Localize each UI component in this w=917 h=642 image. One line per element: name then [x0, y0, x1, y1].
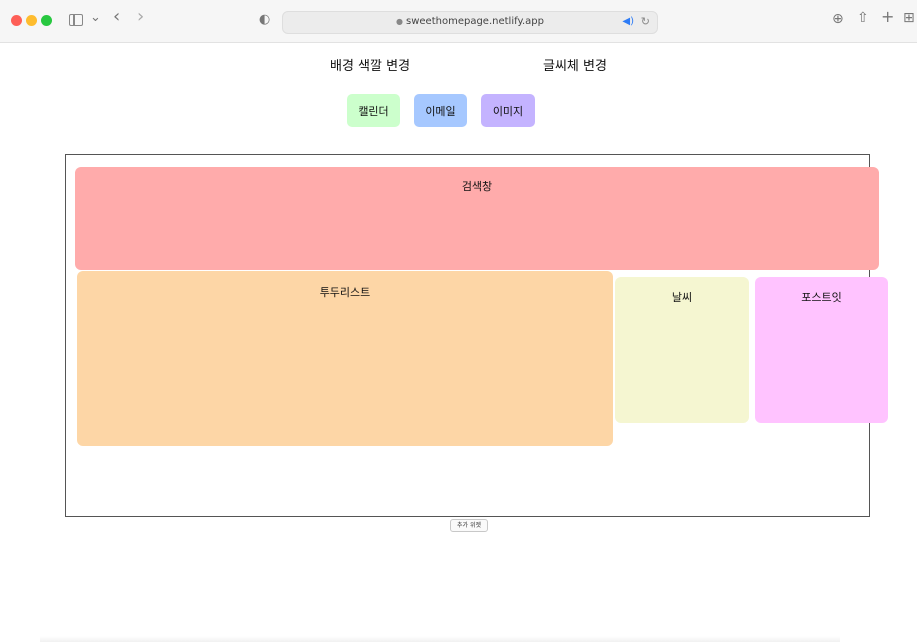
browser-toolbar: ⌄ ‹ › ◐ ● sweethomepage.netlify.app ◀) ↻ …: [0, 0, 917, 43]
search-widget-label: 검색창: [461, 180, 493, 193]
email-button[interactable]: 이메일: [414, 94, 467, 127]
image-button[interactable]: 이미지: [481, 94, 535, 127]
postit-widget[interactable]: 포스트잇: [755, 277, 888, 423]
share-icon[interactable]: ⇧: [857, 10, 869, 26]
speaker-icon[interactable]: ◀): [622, 16, 634, 27]
chevron-right-icon[interactable]: ›: [137, 8, 144, 26]
postit-widget-label: 포스트잇: [801, 291, 842, 304]
weather-widget[interactable]: 날씨: [615, 277, 749, 423]
add-widget-button[interactable]: 추가 위젯: [450, 519, 488, 532]
bottom-divider: [40, 636, 840, 642]
zoom-window-button[interactable]: [41, 15, 52, 26]
shield-icon[interactable]: ◐: [259, 12, 270, 28]
minimize-window-button[interactable]: [26, 15, 37, 26]
todo-widget[interactable]: 투두리스트: [77, 271, 613, 446]
close-window-button[interactable]: [11, 15, 22, 26]
background-color-change-link[interactable]: 배경 색깔 변경: [330, 55, 410, 74]
search-widget[interactable]: 검색창: [75, 167, 879, 270]
todo-widget-label: 투두리스트: [319, 286, 371, 299]
sidebar-icon[interactable]: [69, 14, 83, 26]
url-text: sweethomepage.netlify.app: [406, 16, 544, 27]
weather-widget-label: 날씨: [671, 291, 693, 304]
reload-icon[interactable]: ↻: [641, 15, 650, 28]
download-icon[interactable]: ⊕: [832, 11, 844, 27]
calendar-button[interactable]: 캘린더: [347, 94, 400, 127]
plus-icon[interactable]: +: [881, 9, 894, 25]
grid-icon[interactable]: ⊞: [903, 10, 915, 26]
font-change-link[interactable]: 글씨체 변경: [543, 55, 607, 74]
chevron-left-icon[interactable]: ‹: [113, 8, 120, 26]
lock-icon: ●: [396, 17, 404, 26]
address-bar[interactable]: ● sweethomepage.netlify.app ◀) ↻: [282, 11, 658, 34]
chevron-down-icon[interactable]: ⌄: [90, 10, 101, 26]
